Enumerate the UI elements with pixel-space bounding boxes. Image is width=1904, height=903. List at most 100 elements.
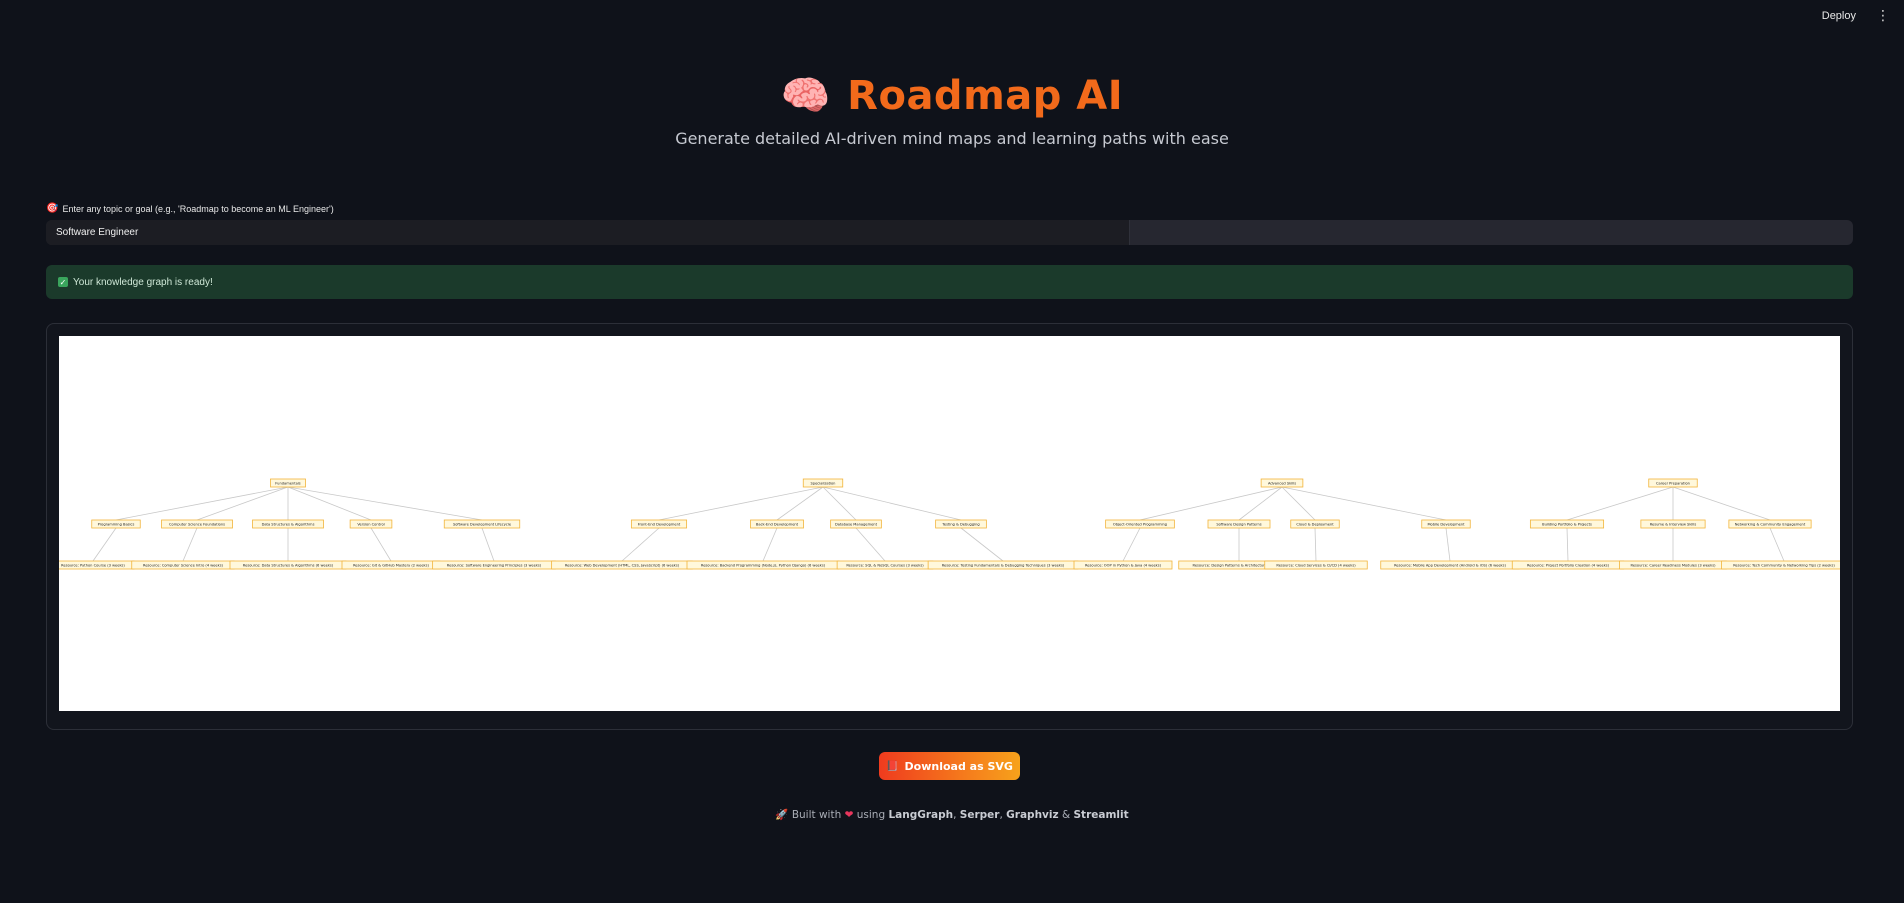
download-svg-button[interactable]: 📕 Download as SVG	[879, 752, 1020, 780]
graph-topic-node-label: Computer Science Foundations	[169, 522, 225, 526]
graph-resource-node-label: Resource: Project Portfolio Creation (4 …	[1527, 563, 1610, 567]
graph-resource-node: Resource: Software Engineering Principle…	[432, 560, 556, 570]
app-title: 🧠 Roadmap AI	[780, 72, 1123, 120]
graph-topic-node-label: Object-Oriented Programming	[1113, 522, 1167, 526]
graph-resource-node: Resource: Web Development (HTML, CSS, Ja…	[551, 560, 693, 570]
graph-resource-node-label: Resource: Web Development (HTML, CSS, Ja…	[565, 563, 680, 567]
graph-resource-node: Resource: OOP in Python & Java (4 weeks)	[1073, 560, 1173, 570]
graph-resource-node: Resource: SQL & NoSQL Courses (3 weeks)	[836, 560, 934, 570]
graph-resource-node-label: Resource: Testing Fundamentals & Debuggi…	[942, 563, 1065, 567]
graph-topic-node: Networking & Community Engagement	[1728, 519, 1812, 529]
topic-input-container	[46, 220, 1853, 245]
graph-root-node-label: Fundamentals	[275, 481, 301, 485]
graph-topic-node-label: Networking & Community Engagement	[1735, 522, 1806, 526]
graph-resource-node: Resource: Mobile App Development (Androi…	[1380, 560, 1520, 570]
graph-edge	[822, 486, 857, 521]
graph-edge	[196, 486, 289, 521]
graph-topic-node-label: Mobile Development	[1427, 522, 1465, 526]
graph-edge	[1281, 486, 1447, 521]
graph-topic-node: Database Management	[830, 519, 882, 529]
graph-edge	[370, 527, 392, 562]
graph-edge	[658, 486, 824, 521]
target-icon: 🎯	[46, 203, 59, 214]
graph-topic-node: Computer Science Foundations	[161, 519, 233, 529]
graph-topic-node-label: Version Control	[357, 522, 384, 526]
graph-resource-node: Resource: Testing Fundamentals & Debuggi…	[927, 560, 1079, 570]
graph-root-node: Advanced Skills	[1260, 478, 1304, 488]
top-toolbar: Deploy ⋮	[1816, 0, 1904, 32]
graph-topic-node: Back-End Development	[750, 519, 804, 529]
graph-edge	[1566, 486, 1674, 521]
graph-edge	[1769, 527, 1785, 562]
graph-resource-node-label: Resource: Computer Science Intro (4 week…	[143, 563, 224, 567]
graph-topic-node: Data Structures & Algorithms	[252, 519, 324, 529]
graph-edge	[287, 486, 372, 521]
footer-using: using	[856, 809, 886, 821]
graph-topic-node: Cloud & Deployment	[1290, 519, 1340, 529]
heart-icon: ❤	[844, 809, 854, 821]
graph-topic-node-label: Building Portfolio & Projects	[1542, 522, 1592, 526]
graph-edge	[960, 527, 1004, 562]
graph-edge	[481, 527, 495, 562]
footer-tool[interactable]: Graphviz	[1006, 809, 1058, 821]
graph-resource-node-label: Resource: OOP in Python & Java (4 weeks)	[1085, 563, 1162, 567]
graph-resource-node: Resource: Career Readiness Modules (3 we…	[1619, 560, 1727, 570]
brain-icon: 🧠	[780, 73, 832, 119]
graph-edge	[1566, 527, 1569, 562]
graph-topic-node-label: Front-End Development	[638, 522, 681, 526]
rocket-icon: 🚀	[775, 809, 789, 821]
footer-tool[interactable]: Serper	[960, 809, 1000, 821]
book-icon: 📕	[886, 760, 899, 772]
vertical-ellipsis-icon[interactable]: ⋮	[1876, 9, 1890, 23]
status-message-text: Your knowledge graph is ready!	[73, 276, 213, 288]
graph-topic-node-label: Data Structures & Algorithms	[262, 522, 315, 526]
graph-panel: Fundamentals Programming Basics Resource: …	[46, 323, 1853, 730]
graph-svg: Fundamentals Programming Basics Resource: …	[59, 478, 1840, 570]
graph-edge	[762, 527, 778, 562]
graph-resource-node-label: Resource: Software Engineering Principle…	[447, 563, 542, 567]
topic-input[interactable]	[46, 220, 1853, 245]
graph-topic-node: Testing & Debugging	[935, 519, 987, 529]
check-icon: ✓	[58, 277, 68, 287]
graph-edge	[1122, 527, 1141, 562]
knowledge-graph[interactable]: Fundamentals Programming Basics Resource: …	[59, 336, 1840, 711]
graph-resource-node-label: Resource: Career Readiness Modules (3 we…	[1630, 563, 1716, 567]
graph-resource-node-label: Resource: SQL & NoSQL Courses (3 weeks)	[846, 563, 924, 567]
graph-topic-node-label: Software Development Lifecycle	[453, 522, 512, 526]
graph-resource-node: Resource: Python Course (3 weeks)	[59, 560, 135, 570]
graph-resource-node: Resource: Data Structures & Algorithms (…	[229, 560, 347, 570]
deploy-button[interactable]: Deploy	[1816, 6, 1862, 26]
graph-topic-node: Programming Basics	[91, 519, 141, 529]
graph-edge	[182, 527, 198, 562]
footer-tool[interactable]: LangGraph	[888, 809, 953, 821]
graph-resource-node-label: Resource: Backend Programming (Node.js, …	[701, 563, 826, 567]
graph-edge	[1314, 527, 1317, 562]
graph-resource-node-label: Resource: Git & GitHub Mastery (2 weeks)	[353, 563, 429, 567]
graph-resource-node: Resource: Backend Programming (Node.js, …	[686, 560, 840, 570]
graph-resource-node-label: Resource: Cloud Services & CI/CD (4 week…	[1276, 563, 1356, 567]
graph-topic-node-label: Cloud & Deployment	[1296, 522, 1334, 526]
graph-resource-node-label: Resource: Data Structures & Algorithms (…	[243, 563, 334, 567]
graph-edge	[115, 486, 289, 521]
graph-resource-node: Resource: Project Portfolio Creation (4 …	[1511, 560, 1625, 570]
graph-topic-node-label: Testing & Debugging	[941, 522, 979, 526]
graph-resource-node: Resource: Cloud Services & CI/CD (4 week…	[1264, 560, 1368, 570]
graph-root-node-label: Advanced Skills	[1268, 481, 1296, 485]
graph-topic-node-label: Resume & Interview Skills	[1650, 522, 1697, 526]
graph-resource-node-label: Resource: Tech Community & Networking Ti…	[1733, 563, 1835, 567]
graph-resource-node: Resource: Computer Science Intro (4 week…	[131, 560, 235, 570]
graph-edge	[855, 527, 886, 562]
graph-root-node: Career Preparation	[1648, 478, 1698, 488]
graph-resource-node-label: Resource: Mobile App Development (Androi…	[1394, 563, 1506, 567]
graph-topic-node-label: Software Design Patterns	[1216, 522, 1261, 526]
graph-topic-node: Software Design Patterns	[1207, 519, 1271, 529]
graph-root-node: Specialization	[802, 478, 844, 488]
graph-edge	[1281, 486, 1316, 521]
graph-topic-node-label: Database Management	[835, 522, 878, 526]
graph-root-node-label: Career Preparation	[1656, 481, 1690, 485]
topic-input-label: 🎯 Enter any topic or goal (e.g., 'Roadma…	[46, 203, 334, 214]
topic-input-label-text: Enter any topic or goal (e.g., 'Roadmap …	[62, 203, 334, 214]
graph-topic-node: Building Portfolio & Projects	[1529, 519, 1605, 529]
footer-tool[interactable]: Streamlit	[1073, 809, 1128, 821]
graph-topic-node: Resume & Interview Skills	[1640, 519, 1706, 529]
